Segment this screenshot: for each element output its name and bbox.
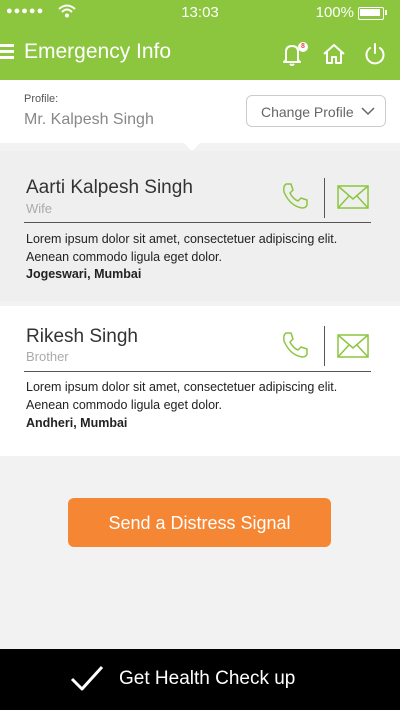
profile-label: Profile: <box>24 93 59 105</box>
divider <box>324 326 325 366</box>
contact-location: Andheri, Mumbai <box>26 416 128 430</box>
contact-name: Rikesh Singh <box>26 326 138 347</box>
change-profile-dropdown[interactable]: Change Profile <box>246 95 386 127</box>
contact-card: Aarti Kalpesh Singh Wife Lorem ipsum dol… <box>0 151 400 301</box>
send-distress-signal-button[interactable]: Send a Distress Signal <box>68 498 331 547</box>
contact-card: Rikesh Singh Brother Lorem ipsum dolor s… <box>0 306 400 456</box>
notification-badge: 8 <box>298 42 308 52</box>
profile-pointer <box>184 143 200 151</box>
contact-location: Jogeswari, Mumbai <box>26 267 142 281</box>
health-checkup-label: Get Health Check up <box>119 668 296 689</box>
separator <box>24 222 371 223</box>
contact-description: Lorem ipsum dolor sit amet, consectetuer… <box>26 232 338 264</box>
power-icon[interactable] <box>363 42 387 66</box>
battery-percent: 100% <box>315 4 354 21</box>
contact-name: Aarti Kalpesh Singh <box>26 177 193 198</box>
contact-relation: Brother <box>26 349 69 364</box>
bottom-bar[interactable]: Get Health Check up <box>0 649 400 710</box>
change-profile-label: Change Profile <box>261 104 354 120</box>
chevron-down-icon <box>361 107 375 116</box>
battery-tip <box>385 10 387 15</box>
phone-icon[interactable] <box>280 181 310 211</box>
profile-name: Mr. Kalpesh Singh <box>24 111 154 128</box>
battery-icon <box>358 7 384 20</box>
phone-icon[interactable] <box>280 330 310 360</box>
profile-bar: Profile: Mr. Kalpesh Singh Change Profil… <box>0 80 400 143</box>
mail-icon[interactable] <box>337 185 369 209</box>
page-title: Emergency Info <box>24 40 172 63</box>
home-icon[interactable] <box>322 42 346 66</box>
status-bar: ●●●●● 13:03 100% <box>0 0 400 26</box>
divider <box>324 178 325 218</box>
contact-description: Lorem ipsum dolor sit amet, consectetuer… <box>26 380 338 412</box>
mail-icon[interactable] <box>337 334 369 358</box>
separator <box>24 371 371 372</box>
check-icon <box>70 665 104 691</box>
contact-relation: Wife <box>26 201 52 216</box>
menu-icon[interactable] <box>0 44 14 60</box>
app-header: Emergency Info 8 <box>0 26 400 80</box>
